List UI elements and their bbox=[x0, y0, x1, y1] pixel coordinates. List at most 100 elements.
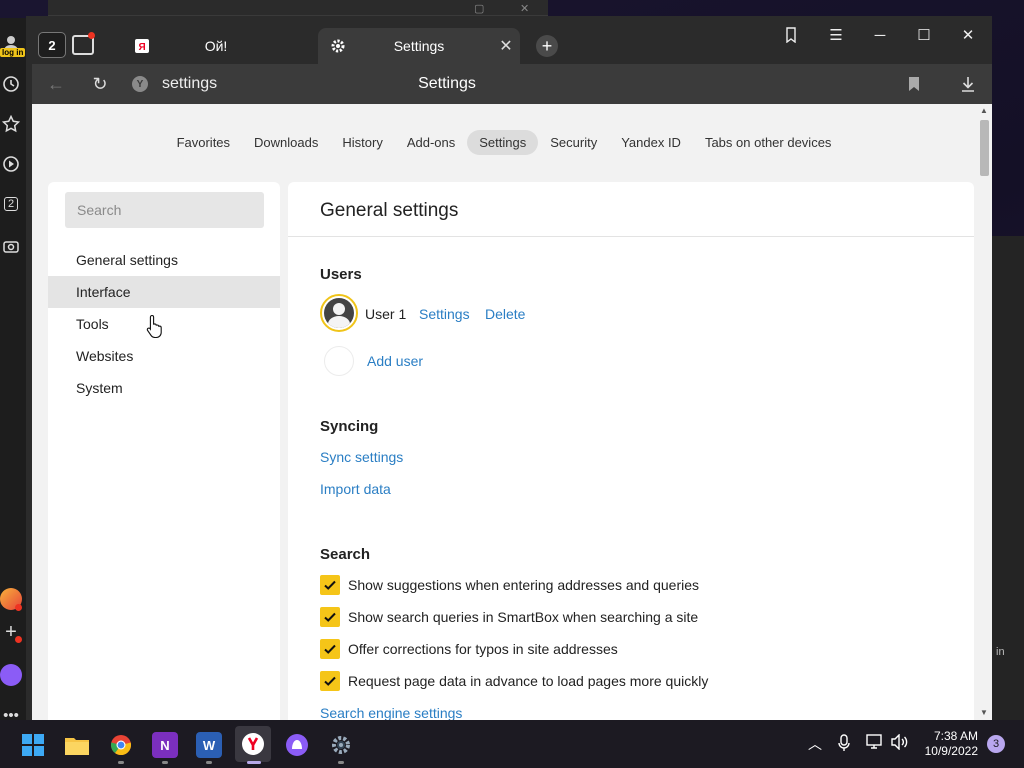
side-peek-text: in bbox=[996, 646, 1005, 658]
search-engine-settings-link[interactable]: Search engine settings bbox=[320, 705, 462, 720]
counter-icon[interactable]: 2 bbox=[0, 193, 22, 215]
settings-page: Favorites Downloads History Add-ons Sett… bbox=[32, 104, 992, 720]
sidebar-item-websites[interactable]: Websites bbox=[48, 340, 280, 372]
divider bbox=[288, 236, 974, 237]
collections-icon[interactable] bbox=[776, 24, 806, 46]
close-tab-icon[interactable]: ✕ bbox=[492, 36, 520, 56]
tab-title: Settings bbox=[393, 38, 445, 54]
tab-oops[interactable]: Я Ой! ✕ bbox=[122, 28, 310, 64]
page-scrollbar[interactable]: ▲ ▼ bbox=[976, 104, 992, 720]
checkbox-checked[interactable] bbox=[320, 639, 340, 659]
minimize-icon[interactable]: ─ bbox=[865, 24, 895, 46]
sidebar-item-tools[interactable]: Tools bbox=[48, 308, 280, 340]
users-heading: Users bbox=[320, 266, 362, 283]
tab-settings[interactable]: Settings ✕ bbox=[318, 28, 520, 64]
avatar[interactable] bbox=[320, 294, 358, 332]
checkbox-row[interactable]: Show suggestions when entering addresses… bbox=[320, 575, 699, 595]
scroll-up-icon[interactable]: ▲ bbox=[979, 106, 989, 115]
background-window-right: in bbox=[992, 236, 1024, 720]
bookmark-icon[interactable] bbox=[902, 72, 926, 96]
new-tab-button[interactable]: + bbox=[536, 35, 558, 57]
checkbox-checked[interactable] bbox=[320, 607, 340, 627]
notification-badge[interactable]: 3 bbox=[987, 735, 1005, 753]
yandex-browser-icon[interactable] bbox=[235, 726, 271, 762]
delete-user-link[interactable]: Delete bbox=[485, 306, 525, 322]
active-indicator bbox=[247, 761, 261, 764]
file-explorer-icon[interactable] bbox=[64, 732, 90, 758]
system-clock[interactable]: 7:38 AM 10/9/2022 bbox=[918, 729, 978, 759]
chrome-icon[interactable] bbox=[108, 732, 134, 758]
gear-icon bbox=[330, 38, 346, 54]
checkbox-checked[interactable] bbox=[320, 671, 340, 691]
clock-date: 10/9/2022 bbox=[924, 744, 978, 758]
nav-downloads[interactable]: Downloads bbox=[242, 130, 330, 155]
add-user-avatar bbox=[324, 346, 354, 376]
running-indicator bbox=[118, 761, 124, 764]
alice-assistant-icon[interactable] bbox=[0, 664, 22, 686]
sidebar-item-interface[interactable]: Interface bbox=[48, 276, 280, 308]
network-icon[interactable] bbox=[866, 734, 884, 753]
windows-start-icon[interactable] bbox=[20, 732, 46, 758]
notification-dot-icon bbox=[88, 32, 95, 39]
media-play-icon[interactable] bbox=[0, 153, 22, 175]
settings-gear-icon[interactable] bbox=[328, 732, 354, 758]
import-data-link[interactable]: Import data bbox=[320, 481, 391, 497]
checkbox-row[interactable]: Offer corrections for typos in site addr… bbox=[320, 639, 618, 659]
scroll-down-icon[interactable]: ▼ bbox=[979, 708, 989, 717]
microphone-icon[interactable] bbox=[838, 734, 850, 755]
settings-sidebar: General settings Interface Tools Website… bbox=[48, 182, 280, 720]
checkbox-label: Request page data in advance to load pag… bbox=[348, 673, 709, 689]
downloads-icon[interactable] bbox=[956, 72, 980, 96]
running-indicator bbox=[162, 761, 168, 764]
settings-top-nav: Favorites Downloads History Add-ons Sett… bbox=[32, 130, 976, 155]
nav-tabs-other-devices[interactable]: Tabs on other devices bbox=[693, 130, 843, 155]
nav-security[interactable]: Security bbox=[538, 130, 609, 155]
tab-counter-button[interactable]: 2 bbox=[38, 32, 66, 58]
word-icon[interactable]: W bbox=[196, 732, 222, 758]
bg-maximize-icon: ▢ bbox=[474, 3, 485, 15]
add-user-link[interactable]: Add user bbox=[367, 353, 423, 369]
nav-history[interactable]: History bbox=[330, 130, 394, 155]
checkbox-checked[interactable] bbox=[320, 575, 340, 595]
yandex-icon: Я bbox=[134, 38, 150, 54]
browser-sidebar: log in 2 + ••• bbox=[0, 18, 26, 724]
maximize-icon[interactable]: ☐ bbox=[909, 24, 939, 46]
volume-icon[interactable] bbox=[890, 733, 910, 753]
nav-favorites[interactable]: Favorites bbox=[165, 130, 242, 155]
menu-icon[interactable]: ☰ bbox=[821, 24, 851, 46]
notification-dot-icon bbox=[15, 636, 22, 643]
hand-cursor-icon bbox=[146, 314, 164, 344]
section-title: General settings bbox=[320, 200, 459, 221]
search-heading: Search bbox=[320, 546, 371, 563]
alice-icon[interactable] bbox=[284, 732, 310, 758]
checkbox-row[interactable]: Show search queries in SmartBox when sea… bbox=[320, 607, 698, 627]
running-indicator bbox=[338, 761, 344, 764]
syncing-heading: Syncing bbox=[320, 418, 379, 435]
address-toolbar: ← ↻ Y settings Settings bbox=[32, 64, 992, 104]
onenote-icon[interactable]: N bbox=[152, 732, 178, 758]
history-icon[interactable] bbox=[0, 73, 22, 95]
running-indicator bbox=[206, 761, 212, 764]
screenshot-camera-icon[interactable] bbox=[0, 235, 22, 257]
login-badge[interactable]: log in bbox=[0, 48, 26, 57]
close-window-icon[interactable]: ✕ bbox=[953, 24, 983, 46]
sync-settings-link[interactable]: Sync settings bbox=[320, 449, 403, 465]
tab-bar: 2 Я Ой! ✕ Settings ✕ + ☰ ─ ☐ ✕ bbox=[26, 16, 992, 64]
tab-title: Ой! bbox=[204, 38, 228, 54]
sidebar-item-general-settings[interactable]: General settings bbox=[48, 244, 280, 276]
checkbox-label: Show suggestions when entering addresses… bbox=[348, 577, 700, 593]
checkbox-row[interactable]: Request page data in advance to load pag… bbox=[320, 671, 708, 691]
nav-add-ons[interactable]: Add-ons bbox=[395, 130, 467, 155]
svg-text:Я: Я bbox=[139, 42, 146, 53]
taskbar: N W ︿ 7:38 AM 10/9/2022 3 bbox=[0, 720, 1024, 768]
user-settings-link[interactable]: Settings bbox=[419, 306, 470, 322]
bookmarks-star-icon[interactable] bbox=[0, 113, 22, 135]
settings-search-input[interactable] bbox=[65, 192, 264, 228]
notification-dot-icon bbox=[15, 604, 22, 611]
chevron-up-icon[interactable]: ︿ bbox=[808, 734, 822, 754]
page-title: Settings bbox=[418, 75, 476, 92]
scroll-thumb[interactable] bbox=[980, 120, 989, 176]
sidebar-item-system[interactable]: System bbox=[48, 372, 280, 404]
nav-yandex-id[interactable]: Yandex ID bbox=[609, 130, 693, 155]
nav-settings[interactable]: Settings bbox=[467, 130, 539, 155]
